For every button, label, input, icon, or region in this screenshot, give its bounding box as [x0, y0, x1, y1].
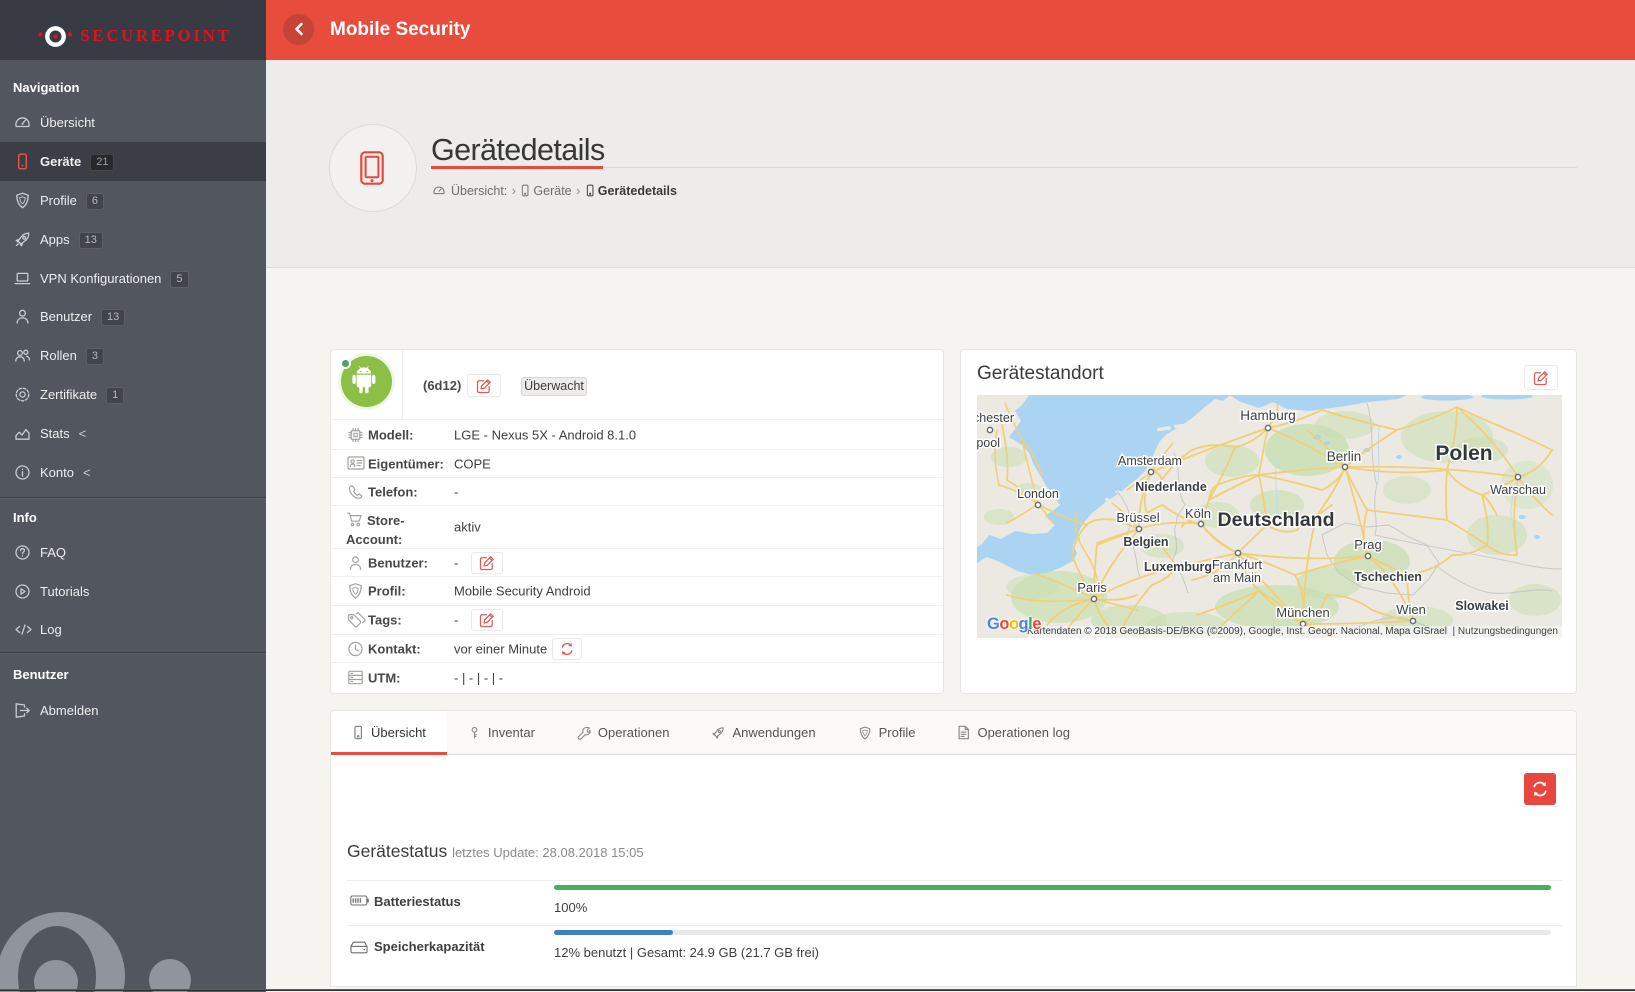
svg-text:Wien: Wien	[1396, 602, 1426, 617]
svg-text:Berlin: Berlin	[1327, 449, 1362, 464]
svg-text:München: München	[1276, 605, 1329, 620]
svg-text:Liverpool: Liverpool	[977, 436, 1000, 450]
svg-text:Belgien: Belgien	[1123, 535, 1168, 549]
svg-text:Prag: Prag	[1354, 537, 1381, 552]
svg-text:am Main: am Main	[1213, 571, 1261, 585]
svg-text:London: London	[1017, 487, 1059, 501]
svg-text:Slowakei: Slowakei	[1455, 599, 1509, 613]
svg-text:Brüssel: Brüssel	[1116, 510, 1159, 525]
svg-text:Polen: Polen	[1435, 442, 1492, 465]
svg-text:Manchester: Manchester	[977, 411, 1014, 425]
svg-text:Tschechien: Tschechien	[1354, 570, 1422, 584]
svg-text:Luxemburg: Luxemburg	[1144, 560, 1212, 574]
svg-text:Warschau: Warschau	[1490, 483, 1546, 497]
svg-text:Paris: Paris	[1077, 580, 1107, 595]
svg-text:Frankfurt: Frankfurt	[1212, 558, 1263, 572]
svg-text:Hamburg: Hamburg	[1240, 408, 1296, 423]
svg-text:Köln: Köln	[1185, 506, 1211, 521]
svg-text:Amsterdam: Amsterdam	[1118, 454, 1182, 468]
svg-text:Niederlande: Niederlande	[1135, 480, 1207, 494]
svg-text:Deutschland: Deutschland	[1217, 509, 1334, 531]
